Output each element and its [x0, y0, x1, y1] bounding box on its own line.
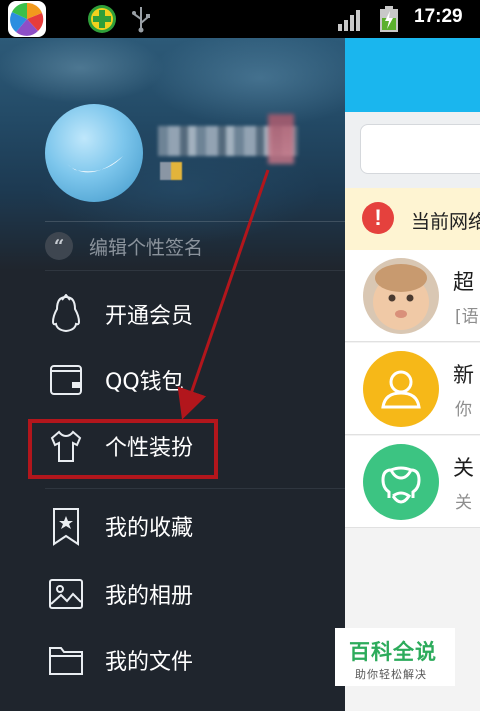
menu-item-favorites[interactable]: 我的收藏 — [0, 496, 345, 556]
wallet-icon — [50, 365, 82, 395]
divider — [45, 488, 345, 489]
plus-icon — [87, 4, 117, 34]
main-top-bar — [345, 38, 480, 112]
bookmark-star-icon — [53, 508, 79, 546]
battery-charging-icon — [379, 6, 399, 32]
menu-label: 开通会员 — [105, 304, 194, 329]
folder-icon — [49, 647, 83, 675]
search-bar — [345, 112, 480, 188]
signature-placeholder: 编辑个性签名 — [89, 236, 204, 259]
quote-icon: “ — [45, 232, 73, 260]
search-input[interactable] — [360, 124, 480, 174]
status-time: 17:29 — [414, 6, 463, 27]
usb-icon — [130, 5, 152, 33]
baby-avatar — [363, 258, 439, 334]
warning-text: 当前网络 — [411, 211, 480, 233]
status-bar: 17:29 — [0, 0, 480, 38]
watermark-subtitle: 助你轻松解决 — [355, 668, 427, 681]
highlight-box — [28, 419, 218, 479]
chat-item[interactable]: 新 你 — [345, 343, 480, 435]
menu-item-album[interactable]: 我的相册 — [0, 564, 345, 624]
mosaic-blur — [268, 114, 294, 164]
user-avatar[interactable] — [45, 104, 143, 202]
signal-icon — [338, 9, 364, 31]
side-drawer: “ 编辑个性签名 开通会员 QQ钱包 个性装扮 我的收藏 我的相册 我的文件 — [0, 38, 345, 711]
chat-preview: 你 — [455, 400, 472, 420]
exclamation-icon: ! — [362, 202, 394, 234]
chat-item[interactable]: 超 [语 — [345, 250, 480, 342]
divider — [45, 270, 345, 271]
chat-list-panel: ! 当前网络 超 [语 新 你 关 关 — [345, 38, 480, 711]
chat-name: 超 — [453, 270, 474, 294]
watermark-title: 百科全说 — [349, 640, 437, 664]
app-store-icon — [8, 1, 46, 37]
signature-row[interactable]: “ 编辑个性签名 — [45, 222, 345, 270]
menu-label: 我的相册 — [105, 584, 194, 609]
watermark-logo: 百科全说 助你轻松解决 — [335, 628, 455, 686]
network-warning-banner[interactable]: ! 当前网络 — [345, 188, 480, 250]
chat-preview: 关 — [455, 493, 472, 513]
chat-name: 新 — [453, 363, 474, 387]
menu-item-files[interactable]: 我的文件 — [0, 630, 345, 690]
vip-badge-icon[interactable] — [160, 162, 182, 180]
new-friend-icon — [363, 351, 439, 427]
chat-preview: [语 — [455, 307, 479, 327]
related-account-icon — [363, 444, 439, 520]
photo-icon — [49, 579, 83, 609]
penguin-icon — [51, 294, 81, 333]
chat-name: 关 — [453, 456, 474, 480]
menu-label: 我的文件 — [105, 650, 194, 675]
chat-item[interactable]: 关 关 — [345, 436, 480, 528]
menu-label: QQ钱包 — [105, 370, 184, 395]
menu-item-vip[interactable]: 开通会员 — [0, 284, 345, 344]
menu-label: 我的收藏 — [105, 516, 194, 541]
menu-item-wallet[interactable]: QQ钱包 — [0, 350, 345, 410]
